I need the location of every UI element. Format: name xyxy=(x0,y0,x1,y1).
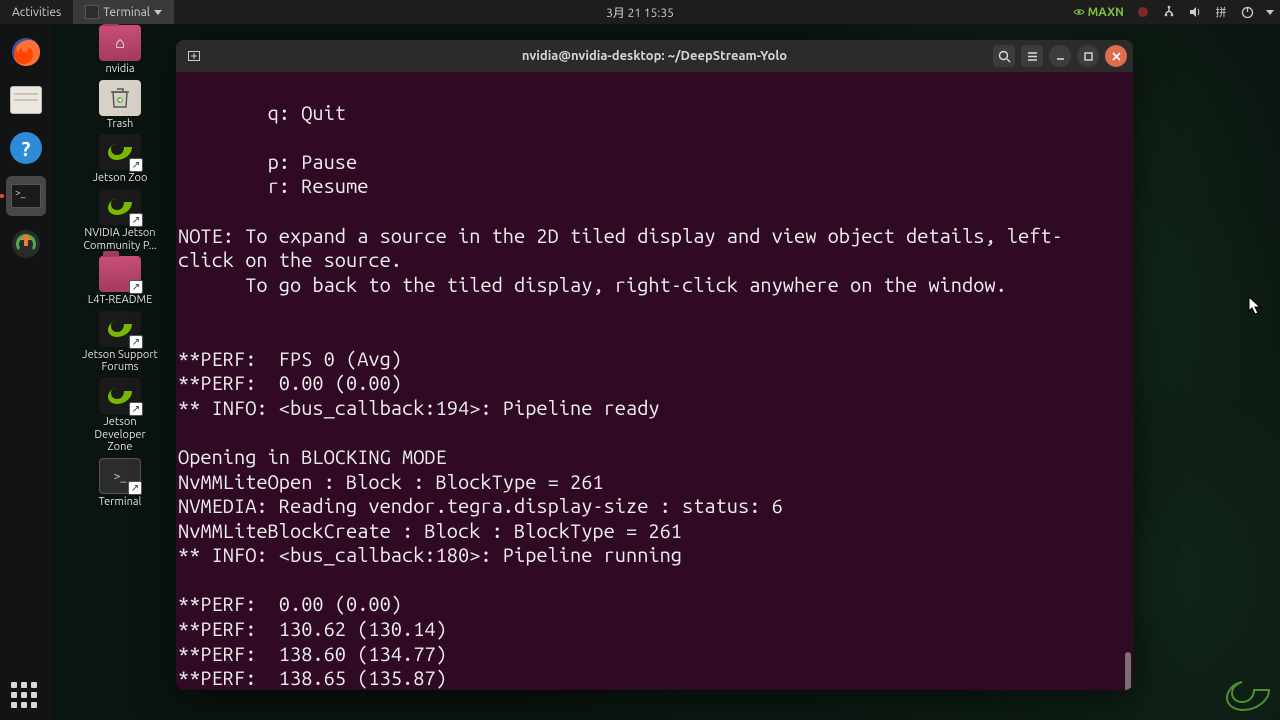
terminal-line: **PERF: 138.60 (134.77) xyxy=(178,642,447,665)
new-tab-button[interactable] xyxy=(180,42,208,70)
dock-files[interactable] xyxy=(6,80,46,120)
minimize-icon xyxy=(1055,51,1066,62)
top-panel: Activities Terminal 3月 21 15:35 MAXN 拼 xyxy=(0,0,1280,24)
nvidia-shortcut-icon: ↗ xyxy=(99,311,141,347)
search-icon xyxy=(998,50,1011,63)
desktop-icon-nvidia-home[interactable]: ⌂ nvidia xyxy=(80,25,160,76)
folder-link-icon: ↗ xyxy=(99,256,141,292)
input-source-icon[interactable]: 拼 xyxy=(1214,5,1228,19)
desktop-icon-label: Terminal xyxy=(99,496,142,509)
terminal-line: NvMMLiteOpen : Block : BlockType = 261 xyxy=(178,470,604,493)
terminal-line: **PERF: 0.00 (0.00) xyxy=(178,592,402,615)
nvidia-shortcut-icon: ↗ xyxy=(99,134,141,170)
terminal-line: **PERF: 138.65 (135.87) xyxy=(178,666,447,689)
clock[interactable]: 3月 21 15:35 xyxy=(606,4,674,21)
dock-terminal[interactable]: >_ xyxy=(6,176,46,216)
app-menu-label: Terminal xyxy=(103,6,150,19)
window-maximize-button[interactable] xyxy=(1077,45,1099,67)
terminal-content[interactable]: q: Quit p: Pause r: Resume NOTE: To expa… xyxy=(176,72,1133,690)
home-folder-icon: ⌂ xyxy=(99,25,141,61)
desktop-icon-jetson-community[interactable]: ↗ NVIDIA Jetson Community P... xyxy=(80,189,160,252)
terminal-line: Opening in BLOCKING MODE xyxy=(178,445,447,468)
desktop-icon-label: Trash xyxy=(107,118,134,131)
terminal-line: **PERF: 0.00 (0.00) xyxy=(178,371,402,394)
terminal-line: q: Quit xyxy=(178,101,346,124)
desktop-icon-label: L4T-README xyxy=(88,294,153,307)
terminal-titlebar[interactable]: nvidia@nvidia-desktop: ~/DeepStream-Yolo xyxy=(176,40,1133,72)
dock: ? >_ xyxy=(0,24,52,720)
terminal-shortcut-icon: >_ ↗ xyxy=(99,458,141,494)
desktop-icon-jetson-devzone[interactable]: ↗ Jetson Developer Zone xyxy=(80,378,160,454)
terminal-window: nvidia@nvidia-desktop: ~/DeepStream-Yolo… xyxy=(176,40,1133,690)
volume-icon[interactable] xyxy=(1188,5,1202,19)
maxn-label: MAXN xyxy=(1088,6,1124,19)
power-icon[interactable] xyxy=(1240,5,1254,19)
terminal-icon: >_ xyxy=(11,184,41,208)
updater-icon xyxy=(10,228,42,260)
terminal-line: p: Pause xyxy=(178,150,357,173)
close-icon xyxy=(1111,51,1122,62)
maximize-icon xyxy=(1083,51,1094,62)
new-tab-icon xyxy=(187,49,201,63)
app-menu-button[interactable]: Terminal xyxy=(73,0,174,24)
desktop-icon-terminal-shortcut[interactable]: >_ ↗ Terminal xyxy=(80,458,160,509)
desktop-icon-label: Jetson Zoo xyxy=(93,172,148,185)
firefox-icon xyxy=(9,35,43,69)
dock-software-updater[interactable] xyxy=(6,224,46,264)
terminal-line: ** INFO: <bus_callback:180>: Pipeline ru… xyxy=(178,543,682,566)
desktop-icon-label: NVIDIA Jetson Community P... xyxy=(81,227,159,252)
network-icon[interactable] xyxy=(1162,5,1176,19)
nvidia-shortcut-icon: ↗ xyxy=(99,189,141,225)
desktop-icon-jetson-zoo[interactable]: ↗ Jetson Zoo xyxy=(80,134,160,185)
terminal-title: nvidia@nvidia-desktop: ~/DeepStream-Yolo xyxy=(522,49,787,63)
terminal-menu-button[interactable] xyxy=(1021,45,1043,67)
desktop-icon-label: Jetson Developer Zone xyxy=(81,416,159,454)
desktop-icon-label: nvidia xyxy=(105,63,134,76)
desktop-icon-l4t-readme[interactable]: ↗ L4T-README xyxy=(80,256,160,307)
files-icon xyxy=(10,86,42,114)
nvidia-shortcut-icon: ↗ xyxy=(99,378,141,414)
terminal-scrollbar[interactable] xyxy=(1125,652,1131,690)
status-dot-icon[interactable] xyxy=(1136,5,1150,19)
show-applications-button[interactable] xyxy=(11,682,41,712)
trash-icon xyxy=(99,80,141,116)
terminal-line: To go back to the tiled display, right-c… xyxy=(178,273,1007,296)
mouse-cursor-icon xyxy=(1248,296,1262,316)
terminal-line: **PERF: 130.62 (130.14) xyxy=(178,617,447,640)
desktop-icon-jetson-support[interactable]: ↗ Jetson Support Forums xyxy=(80,311,160,374)
terminal-line: NvMMLiteBlockCreate : Block : BlockType … xyxy=(178,519,682,542)
terminal-search-button[interactable] xyxy=(993,45,1015,67)
hamburger-icon xyxy=(1026,50,1039,63)
nvidia-eye-icon xyxy=(1073,6,1085,18)
terminal-line: NVMEDIA: Reading vendor.tegra.display-si… xyxy=(178,494,783,517)
nvidia-logo-watermark xyxy=(1224,678,1272,714)
power-mode-indicator[interactable]: MAXN xyxy=(1073,6,1124,19)
system-menu-chevron-icon[interactable] xyxy=(1266,10,1274,15)
chevron-down-icon xyxy=(154,10,162,15)
desktop-icon-label: Jetson Support Forums xyxy=(81,349,159,374)
dock-help[interactable]: ? xyxy=(6,128,46,168)
terminal-line: ** INFO: <bus_callback:194>: Pipeline re… xyxy=(178,396,660,419)
activities-button[interactable]: Activities xyxy=(0,0,73,24)
terminal-line: r: Resume xyxy=(178,174,368,197)
window-close-button[interactable] xyxy=(1105,45,1127,67)
terminal-line: NOTE: To expand a source in the 2D tiled… xyxy=(178,224,1063,272)
desktop-icons: ⌂ nvidia Trash ↗ Jetson Zoo ↗ NVIDIA Jet… xyxy=(80,25,160,509)
help-icon: ? xyxy=(10,132,42,164)
terminal-line: **PERF: FPS 0 (Avg) xyxy=(178,347,402,370)
terminal-icon xyxy=(85,5,99,19)
window-minimize-button[interactable] xyxy=(1049,45,1071,67)
desktop-icon-trash[interactable]: Trash xyxy=(80,80,160,131)
dock-firefox[interactable] xyxy=(6,32,46,72)
